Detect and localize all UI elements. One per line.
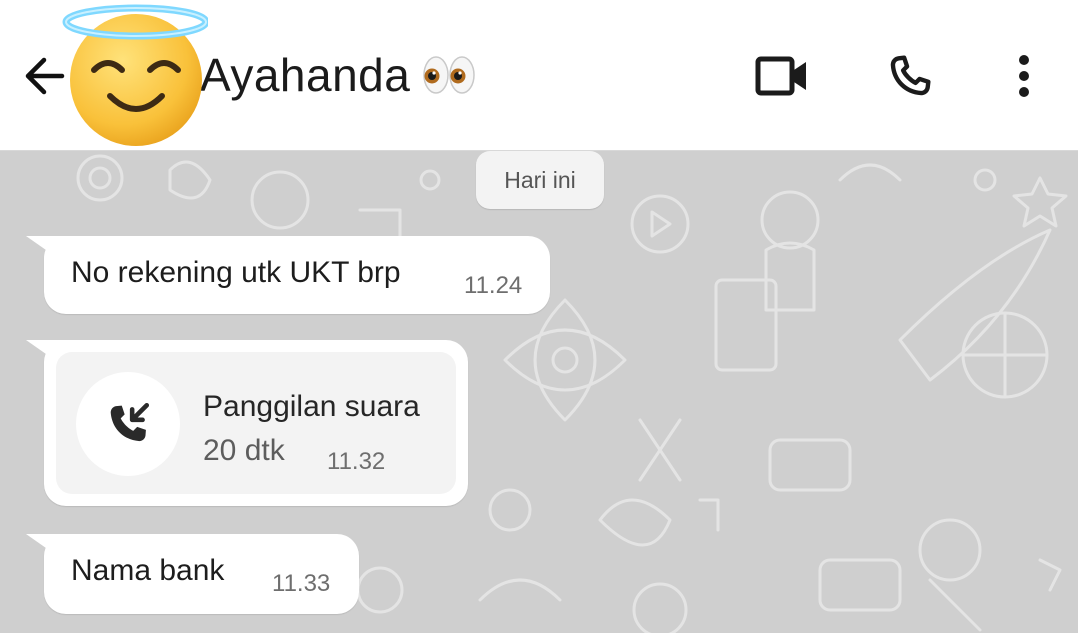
message-time: 11.32 [327,448,386,475]
smiling-face-with-halo-icon [62,4,210,146]
bubble-tail [26,534,66,562]
incoming-message[interactable]: No rekening utk UKT brp 11.24 [26,236,550,314]
date-separator: Hari ini [476,151,604,209]
more-vertical-icon [1019,55,1029,97]
phone-icon [890,55,931,96]
message-time: 11.24 [464,272,523,299]
missed-incoming-call-icon [110,402,150,442]
more-options-button[interactable] [994,48,1054,104]
incoming-message[interactable]: Nama bank 11.33 [26,534,359,614]
bubble-tail [26,236,66,264]
avatar[interactable] [58,0,210,150]
voice-call-button[interactable] [880,48,940,104]
video-call-button[interactable] [752,48,812,104]
call-type-label: Panggilan suara [203,390,420,423]
video-call-icon [755,56,806,96]
call-duration: 20 dtk [203,434,285,467]
call-card[interactable]: Panggilan suara 20 dtk [56,352,456,494]
call-icon-circle [76,372,180,476]
incoming-call-message[interactable]: Panggilan suara 20 dtk 11.32 [26,340,468,506]
eyes-emoji-icon [422,51,476,99]
message-text: Nama bank [71,554,225,587]
message-time: 11.33 [272,570,331,597]
contact-name: Ayahanda [200,49,411,101]
date-separator-label: Hari ini [504,166,576,193]
chat-area[interactable]: Hari ini No rekening utk UKT brp 11.24 P… [0,150,1078,633]
message-text: No rekening utk UKT brp [71,256,401,289]
contact-name-button[interactable]: Ayahanda [200,48,476,102]
